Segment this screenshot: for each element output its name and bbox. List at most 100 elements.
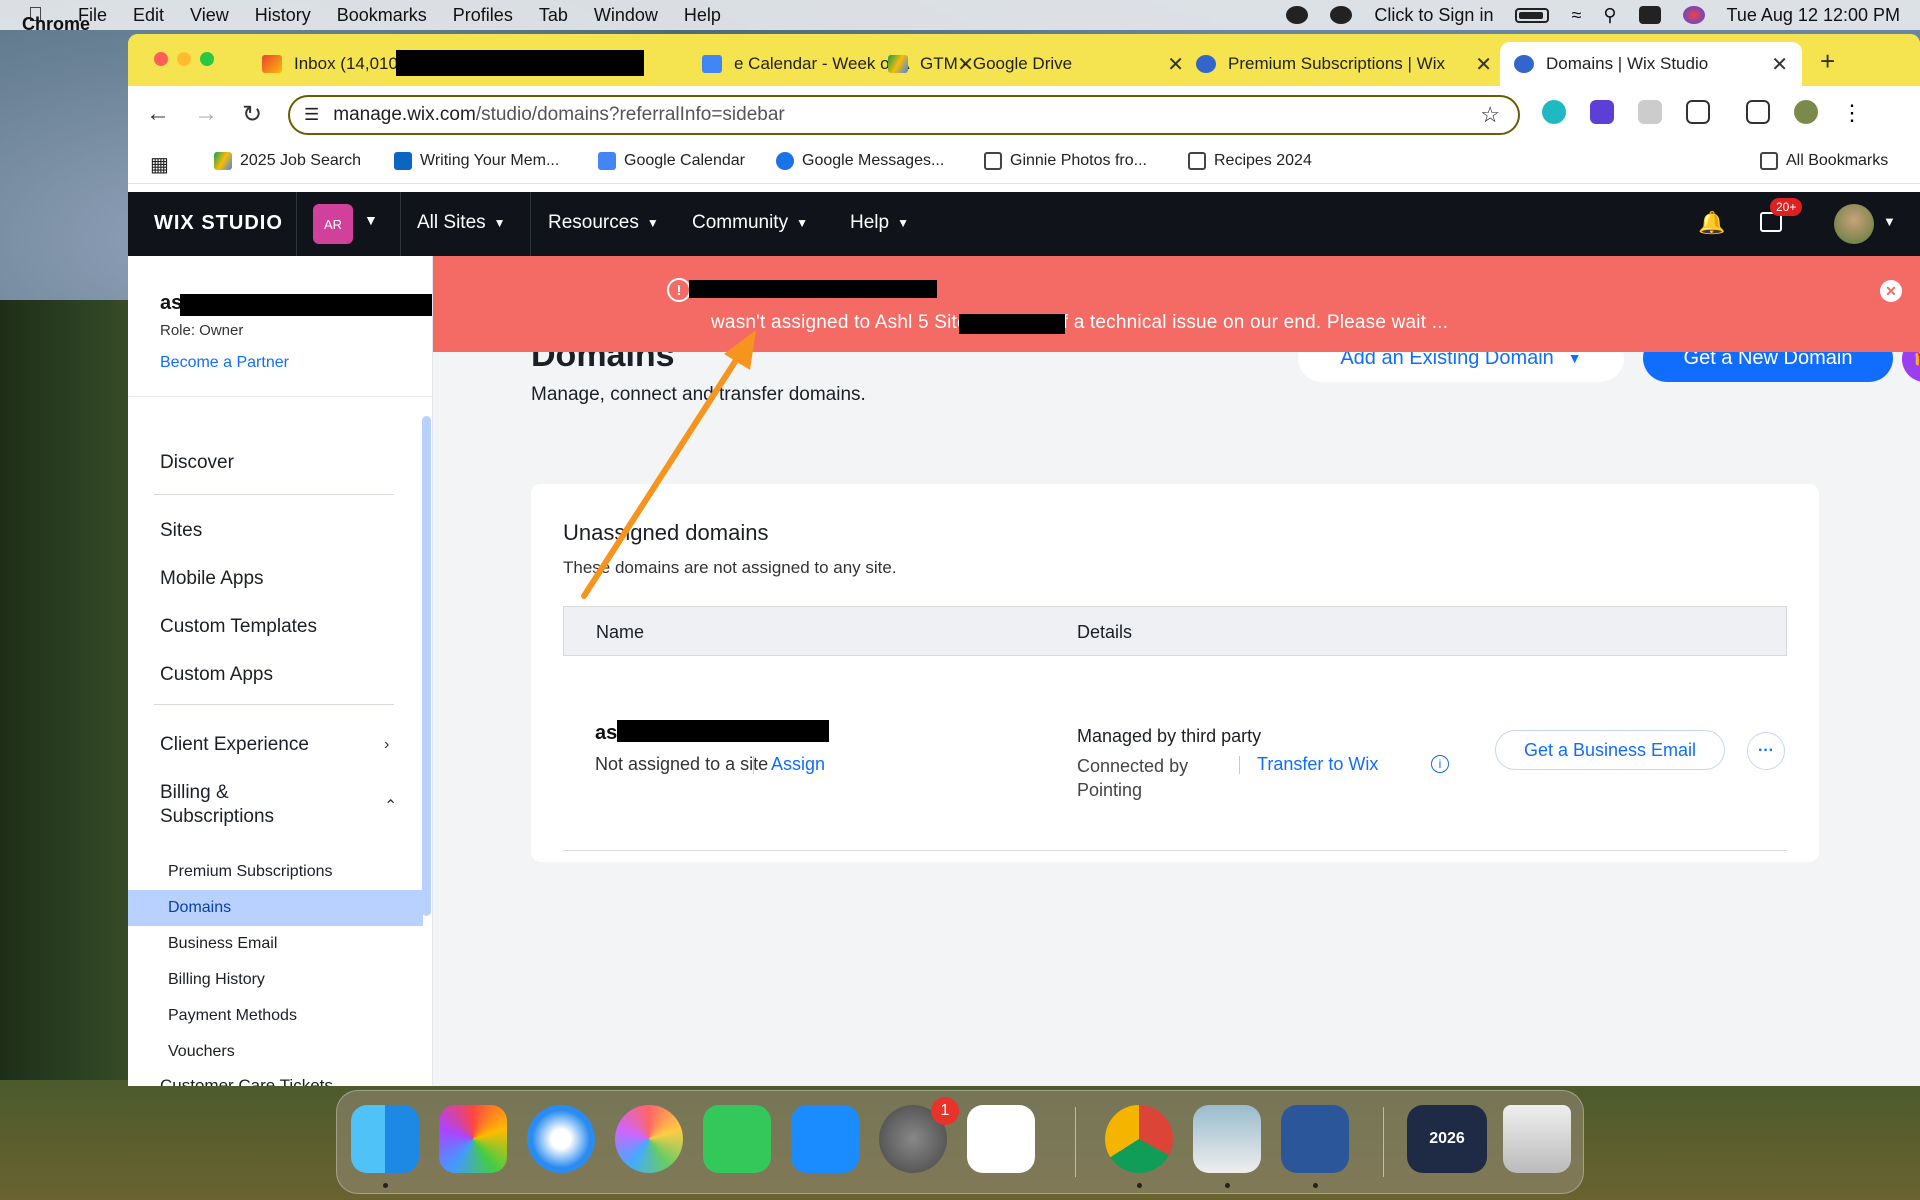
menu-help[interactable]: Help — [684, 5, 721, 26]
new-tab-button[interactable]: + — [1820, 46, 1835, 77]
battery-icon[interactable] — [1515, 7, 1550, 23]
menubar-clock[interactable]: Tue Aug 12 12:00 PM — [1727, 5, 1900, 26]
chrome-menu-icon[interactable]: ⋮ — [1840, 100, 1864, 125]
become-partner-link[interactable]: Become a Partner — [160, 354, 289, 372]
menu-app[interactable]: Chrome — [22, 14, 90, 82]
calendar-image-icon[interactable]: 2026 — [1407, 1105, 1487, 1173]
chevron-down-icon[interactable]: ▼ — [1883, 214, 1896, 229]
sidebar-subitem-vouchers[interactable]: Vouchers — [128, 1034, 423, 1070]
extension-f-icon[interactable] — [1590, 100, 1614, 124]
assign-link[interactable]: Assign — [771, 754, 825, 775]
tab-drive[interactable]: GTM - Google Drive ✕ — [888, 42, 1198, 86]
nav-help[interactable]: Help ▼ — [850, 212, 909, 234]
freeform-icon[interactable] — [967, 1105, 1035, 1173]
finder-icon[interactable] — [351, 1105, 419, 1173]
sidebar-item-discover[interactable]: Discover — [160, 452, 234, 474]
bookmark-item[interactable]: 2025 Job Search — [214, 152, 361, 170]
profile-avatar-icon[interactable] — [1794, 100, 1818, 124]
nav-label: All Sites — [417, 212, 486, 233]
bookmark-item[interactable]: Recipes 2024 — [1188, 152, 1312, 170]
menu-edit[interactable]: Edit — [133, 5, 164, 26]
sidebar-subitem-billing-history[interactable]: Billing History — [128, 962, 423, 998]
reload-icon[interactable]: ↻ — [242, 100, 262, 129]
menu-bookmarks[interactable]: Bookmarks — [337, 5, 427, 26]
chevron-right-icon[interactable]: › — [384, 736, 389, 754]
spotlight-search-icon[interactable]: ⚲ — [1603, 5, 1616, 26]
close-tab-icon[interactable]: ✕ — [1475, 52, 1492, 77]
menu-history[interactable]: History — [255, 5, 311, 26]
sync-icon[interactable] — [1330, 6, 1353, 24]
sidebar-item-cut-off[interactable]: Customer Care Tickets — [160, 1076, 333, 1086]
managed-by: Managed by third party — [1077, 726, 1262, 746]
sidebar-scrollbar[interactable] — [422, 416, 431, 916]
forward-icon[interactable]: → — [194, 100, 218, 128]
sidebar-item-sites[interactable]: Sites — [160, 520, 202, 542]
photos-icon[interactable] — [615, 1105, 683, 1173]
app-store-icon[interactable] — [791, 1105, 859, 1173]
extensions-puzzle-icon[interactable] — [1686, 100, 1710, 124]
sidebar-item-billing-line2[interactable]: Subscriptions — [160, 806, 274, 828]
safari-icon[interactable] — [527, 1105, 595, 1173]
close-icon[interactable]: ✕ — [1880, 280, 1902, 302]
extension-s-icon[interactable] — [1638, 100, 1662, 124]
extension-m-icon[interactable] — [1542, 100, 1566, 124]
sidebar-item-billing[interactable]: Billing & — [160, 782, 229, 804]
nav-community[interactable]: Community ▼ — [692, 212, 808, 234]
nav-all-sites[interactable]: All Sites ▼ — [417, 212, 506, 234]
account-switcher[interactable]: AR — [313, 204, 353, 244]
info-icon[interactable]: i — [1431, 755, 1449, 773]
wix-studio-logo[interactable]: WIX STUDIO — [154, 212, 283, 235]
nav-resources[interactable]: Resources ▼ — [548, 212, 659, 234]
wifi-icon[interactable]: ≈ — [1571, 5, 1581, 26]
address-bar[interactable]: ☰ manage.wix.com/studio/domains?referral… — [288, 95, 1520, 135]
chrome-icon[interactable] — [1105, 1105, 1173, 1173]
tab-premium[interactable]: Premium Subscriptions | Wix ✕ — [1196, 42, 1506, 86]
connection-type: Connected by Pointing — [1077, 756, 1189, 800]
bookmark-item[interactable]: Ginnie Photos fro... — [984, 152, 1147, 170]
launchpad-icon[interactable] — [439, 1105, 507, 1173]
bookmark-star-icon[interactable]: ☆ — [1480, 102, 1500, 128]
word-icon[interactable] — [1281, 1105, 1349, 1173]
get-business-email-button[interactable]: Get a Business Email — [1495, 730, 1725, 770]
trash-icon[interactable] — [1503, 1105, 1571, 1173]
close-tab-icon[interactable]: ✕ — [1771, 52, 1788, 77]
sign-in-status[interactable]: Click to Sign in — [1374, 5, 1493, 26]
zoom-window-button[interactable] — [200, 52, 214, 66]
grammarly-icon[interactable] — [1286, 6, 1309, 24]
close-window-button[interactable] — [154, 52, 168, 66]
menu-tab[interactable]: Tab — [539, 5, 568, 26]
site-info-icon[interactable]: ☰ — [304, 105, 319, 125]
close-tab-icon[interactable]: ✕ — [1167, 52, 1184, 77]
sidebar-item-mobile-apps[interactable]: Mobile Apps — [160, 568, 264, 590]
chevron-down-icon[interactable]: ▼ — [364, 212, 378, 228]
messages-icon[interactable] — [703, 1105, 771, 1173]
preview-icon[interactable] — [1193, 1105, 1261, 1173]
gmail-icon — [262, 55, 282, 73]
menu-view[interactable]: View — [190, 5, 229, 26]
control-center-icon[interactable] — [1638, 6, 1661, 24]
menu-window[interactable]: Window — [594, 5, 658, 26]
siri-icon[interactable] — [1682, 6, 1705, 24]
chevron-up-icon[interactable]: ⌃ — [384, 796, 397, 816]
tab-domains[interactable]: Domains | Wix Studio ✕ — [1500, 42, 1802, 86]
all-bookmarks[interactable]: All Bookmarks — [1760, 152, 1888, 170]
transfer-to-wix-link[interactable]: Transfer to Wix — [1257, 754, 1378, 775]
sidebar-subitem-payment-methods[interactable]: Payment Methods — [128, 998, 423, 1034]
bookmark-item[interactable]: Google Messages... — [776, 152, 944, 170]
sidebar-subitem-domains[interactable]: Domains — [128, 890, 423, 926]
bell-icon[interactable]: 🔔 — [1698, 210, 1725, 236]
sidebar-item-custom-templates[interactable]: Custom Templates — [160, 616, 317, 638]
sidebar-subitem-premium[interactable]: Premium Subscriptions — [128, 854, 423, 890]
apps-grid-icon[interactable]: ▦ — [150, 152, 169, 177]
sidebar-item-client-experience[interactable]: Client Experience — [160, 734, 309, 756]
bookmark-item[interactable]: Google Calendar — [598, 152, 745, 170]
minimize-window-button[interactable] — [177, 52, 191, 66]
bookmark-item[interactable]: Writing Your Mem... — [394, 152, 559, 170]
avatar[interactable] — [1834, 204, 1874, 244]
sidebar-item-custom-apps[interactable]: Custom Apps — [160, 664, 273, 686]
more-actions-button[interactable]: ··· — [1747, 732, 1785, 770]
tab-search-icon[interactable] — [1746, 100, 1770, 124]
sidebar-subitem-business-email[interactable]: Business Email — [128, 926, 423, 962]
menu-profiles[interactable]: Profiles — [453, 5, 513, 26]
back-icon[interactable]: ← — [146, 100, 170, 128]
